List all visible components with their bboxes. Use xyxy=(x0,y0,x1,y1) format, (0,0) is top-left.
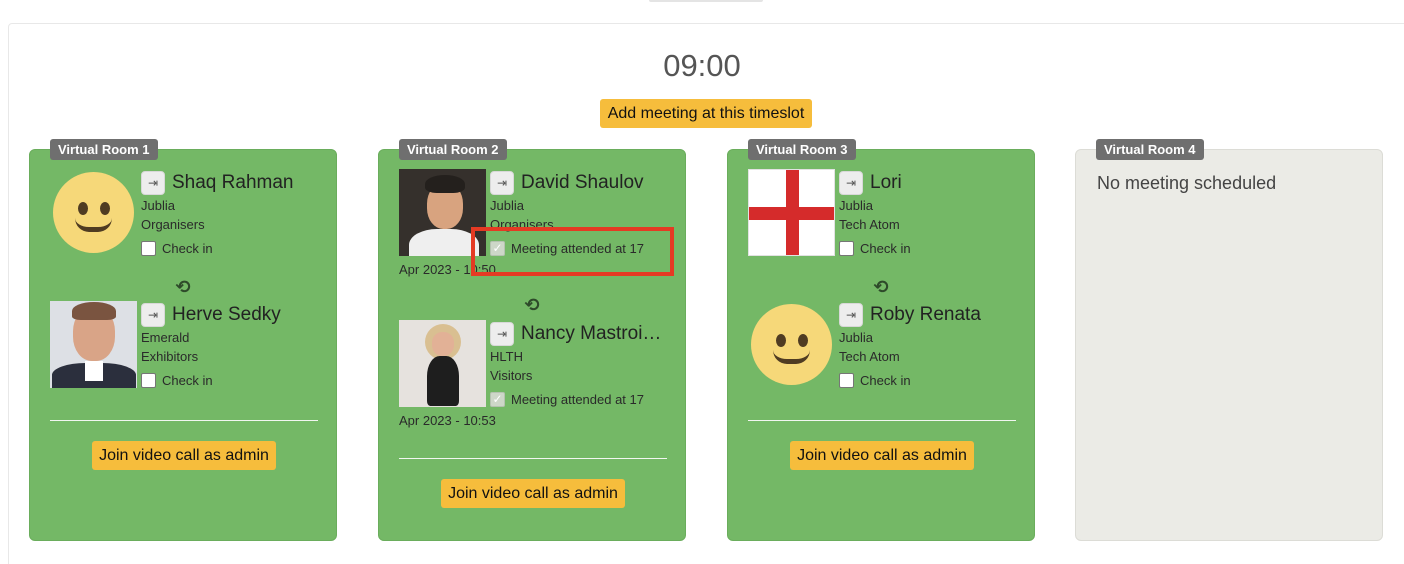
woman-sitting-photo xyxy=(399,320,486,407)
login-icon[interactable]: ⇥ xyxy=(490,321,514,346)
checkmark-icon: ✓ xyxy=(490,391,505,407)
check-in-checkbox[interactable] xyxy=(839,240,854,256)
attendee-card: ⇥ Herve Sedky Emerald Exhibitors Check i… xyxy=(50,301,336,391)
attendee-name: Herve Sedky xyxy=(172,303,281,325)
add-meeting-button[interactable]: Add meeting at this timeslot xyxy=(600,99,812,128)
join-video-call-button[interactable]: Join video call as admin xyxy=(92,441,276,470)
join-video-call-button[interactable]: Join video call as admin xyxy=(790,441,974,470)
check-in-checkbox[interactable] xyxy=(141,240,156,256)
attendee-group: Visitors xyxy=(490,368,533,383)
login-icon[interactable]: ⇥ xyxy=(141,302,165,327)
meeting-attended-label: Meeting attended at 17 xyxy=(511,240,644,256)
virtual-room-4: Virtual Room 4 No meeting scheduled xyxy=(1075,139,1383,541)
top-tab-handle xyxy=(649,0,763,2)
divider xyxy=(399,458,667,459)
swap-icon[interactable]: ⟲ xyxy=(173,277,193,297)
attendee-card: ⇥ David Shaulov Jublia Organisers ✓ Meet… xyxy=(399,169,685,277)
check-in-label: Check in xyxy=(162,372,213,388)
smiley-avatar xyxy=(748,301,835,388)
meeting-attended-label: Meeting attended at 17 xyxy=(511,391,644,407)
attendee-card: ⇥ Roby Renata Jublia Tech Atom Check in xyxy=(748,301,1034,391)
attendee-card: ⇥ Shaq Rahman Jublia Organisers Check in xyxy=(50,169,336,259)
attendee-card: ⇥ Nancy Mastroi… HLTH Visitors ✓ Meeting… xyxy=(399,320,685,428)
attendee-company: Jublia xyxy=(839,330,873,345)
swap-icon[interactable]: ⟲ xyxy=(871,277,891,297)
man-in-suit-photo xyxy=(50,301,137,388)
swap-icon[interactable]: ⟲ xyxy=(522,295,542,315)
attendee-company: Jublia xyxy=(141,198,175,213)
no-meeting-text: No meeting scheduled xyxy=(1097,173,1277,193)
attendee-group: Organisers xyxy=(141,217,205,232)
room-label: Virtual Room 2 xyxy=(399,139,507,160)
attendee-card: ⇥ Lori Jublia Tech Atom Check in xyxy=(748,169,1034,259)
attendee-company: Emerald xyxy=(141,330,190,345)
timeslot-time: 09:00 xyxy=(663,48,741,83)
attendee-name: David Shaulov xyxy=(521,171,644,193)
room-label: Virtual Room 4 xyxy=(1096,139,1204,160)
check-in-label: Check in xyxy=(860,372,911,388)
room-label: Virtual Room 1 xyxy=(50,139,158,160)
login-icon[interactable]: ⇥ xyxy=(141,170,165,195)
england-flag-avatar xyxy=(748,169,835,256)
login-icon[interactable]: ⇥ xyxy=(839,302,863,327)
checkmark-icon: ✓ xyxy=(490,240,505,256)
attended-date: Apr 2023 - 10:53 xyxy=(399,413,496,428)
check-in-label: Check in xyxy=(860,240,911,256)
attendee-company: HLTH xyxy=(490,349,523,364)
attendee-group: Tech Atom xyxy=(839,349,900,364)
attendee-group: Tech Atom xyxy=(839,217,900,232)
attendee-company: Jublia xyxy=(490,198,524,213)
attended-date: Apr 2023 - 10:50 xyxy=(399,262,496,277)
virtual-room-1: Virtual Room 1 ⇥ Shaq Rahman Jublia Orga… xyxy=(29,139,337,541)
attendee-name: Roby Renata xyxy=(870,303,981,325)
virtual-room-2: Virtual Room 2 ⇥ David Shaulov Jublia Or… xyxy=(378,139,686,541)
room-label: Virtual Room 3 xyxy=(748,139,856,160)
join-video-call-button[interactable]: Join video call as admin xyxy=(441,479,625,508)
virtual-room-3: Virtual Room 3 ⇥ Lori Jublia Tech Atom C… xyxy=(727,139,1035,541)
divider xyxy=(50,420,318,421)
attendee-name: Lori xyxy=(870,171,902,193)
smiley-avatar xyxy=(50,169,137,256)
check-in-label: Check in xyxy=(162,240,213,256)
check-in-checkbox[interactable] xyxy=(839,372,854,388)
attendee-group: Exhibitors xyxy=(141,349,199,364)
check-in-checkbox[interactable] xyxy=(141,372,156,388)
attendee-group: Organisers xyxy=(490,217,554,232)
attendee-name: Nancy Mastroi… xyxy=(521,322,662,344)
man-dark-background-photo xyxy=(399,169,486,256)
login-icon[interactable]: ⇥ xyxy=(490,170,514,195)
attendee-name: Shaq Rahman xyxy=(172,171,294,193)
attendee-company: Jublia xyxy=(839,198,873,213)
login-icon[interactable]: ⇥ xyxy=(839,170,863,195)
divider xyxy=(748,420,1016,421)
